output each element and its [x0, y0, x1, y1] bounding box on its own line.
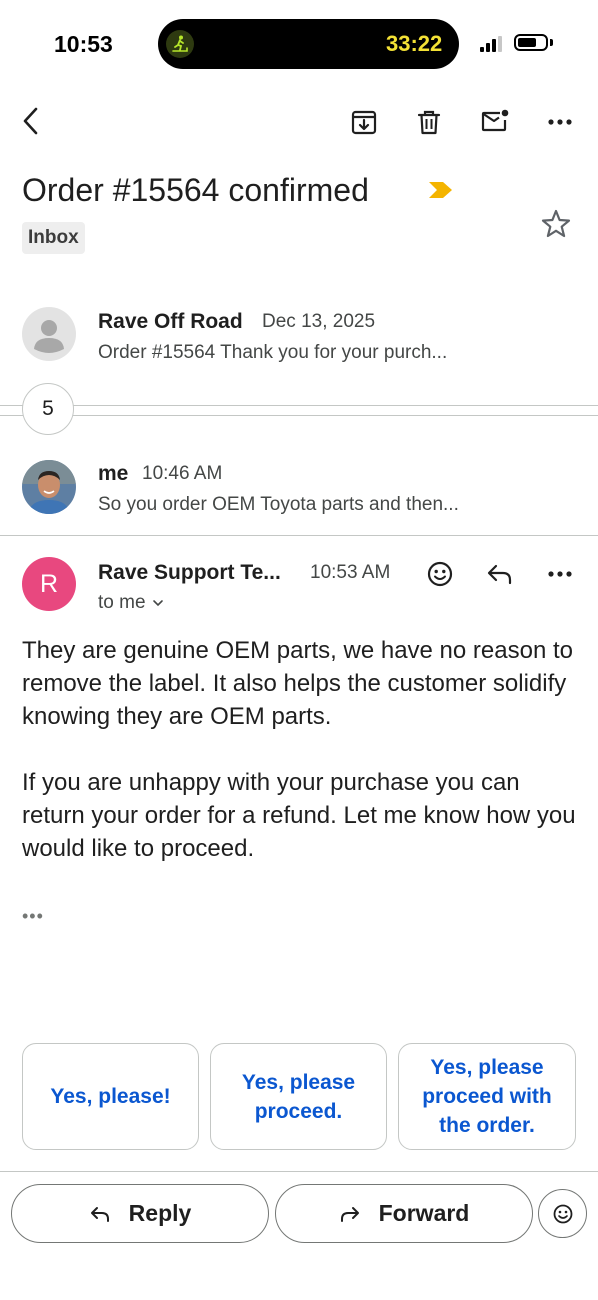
- message-sender: Rave Off Road: [98, 310, 243, 333]
- message-date: Dec 13, 2025: [262, 311, 376, 332]
- forward-label: Forward: [378, 1200, 470, 1226]
- forward-icon: [339, 1205, 361, 1223]
- archive-icon[interactable]: [347, 105, 381, 139]
- action-bar-divider: [0, 1171, 598, 1172]
- activity-timer: 33:22: [386, 31, 443, 56]
- trash-icon[interactable]: [412, 105, 446, 139]
- smart-reply-chip[interactable]: Yes, please proceed with the order.: [398, 1043, 576, 1150]
- mail-unread-icon[interactable]: [478, 104, 512, 138]
- reply-icon[interactable]: [483, 557, 517, 591]
- cellular-signal-icon: [480, 36, 502, 52]
- smart-reply-chip[interactable]: Yes, please proceed.: [210, 1043, 387, 1150]
- message-sender: Rave Support Te...: [98, 561, 281, 584]
- back-arrow-icon[interactable]: [14, 104, 48, 138]
- battery-tip: [550, 39, 553, 46]
- reply-label: Reply: [128, 1200, 192, 1226]
- emoji-react-button[interactable]: [538, 1189, 587, 1238]
- avatar-letter-text: R: [39, 569, 59, 598]
- message-more-icon[interactable]: [543, 557, 577, 591]
- message-paragraph: They are genuine OEM parts, we have no r…: [22, 637, 573, 730]
- message-date: 10:46 AM: [142, 463, 223, 484]
- reply-button[interactable]: Reply: [11, 1184, 269, 1243]
- avatar-letter: R: [22, 557, 76, 611]
- message-date: 10:53 AM: [310, 562, 391, 583]
- add-reaction-icon[interactable]: [423, 557, 457, 591]
- show-trimmed-content[interactable]: •••: [22, 906, 44, 927]
- star-outline-icon[interactable]: [539, 207, 573, 241]
- recipient-text: to me: [98, 592, 146, 613]
- forward-button[interactable]: Forward: [275, 1184, 533, 1243]
- collapsed-divider-top: [0, 405, 598, 406]
- emoji-icon: [553, 1204, 572, 1223]
- chevron-down-icon: [152, 600, 163, 607]
- message-sender: me: [98, 462, 129, 485]
- importance-marker-icon[interactable]: [428, 180, 454, 200]
- email-subject: Order #15564 confirmed: [22, 172, 369, 208]
- message-snippet[interactable]: Order #15564 Thank you for your purch...: [98, 341, 447, 365]
- avatar-default: [22, 307, 76, 361]
- label-chip-inbox[interactable]: Inbox: [22, 222, 85, 254]
- more-horizontal-icon[interactable]: [543, 105, 577, 139]
- battery-icon: [514, 34, 548, 51]
- reply-icon: [89, 1205, 111, 1223]
- smart-reply-chip[interactable]: Yes, please!: [22, 1043, 199, 1150]
- recipient-dropdown[interactable]: to me: [98, 591, 164, 615]
- treadmill-icon: [166, 30, 194, 58]
- message-body: They are genuine OEM parts, we have no r…: [22, 634, 582, 865]
- collapsed-messages-count[interactable]: 5: [22, 383, 74, 435]
- avatar-me: [22, 460, 76, 514]
- message-snippet[interactable]: So you order OEM Toyota parts and then..…: [98, 493, 459, 517]
- message-divider: [0, 535, 598, 536]
- status-time: 10:53: [54, 31, 113, 57]
- collapsed-divider-bottom: [0, 415, 598, 416]
- message-paragraph: If you are unhappy with your purchase yo…: [22, 769, 576, 862]
